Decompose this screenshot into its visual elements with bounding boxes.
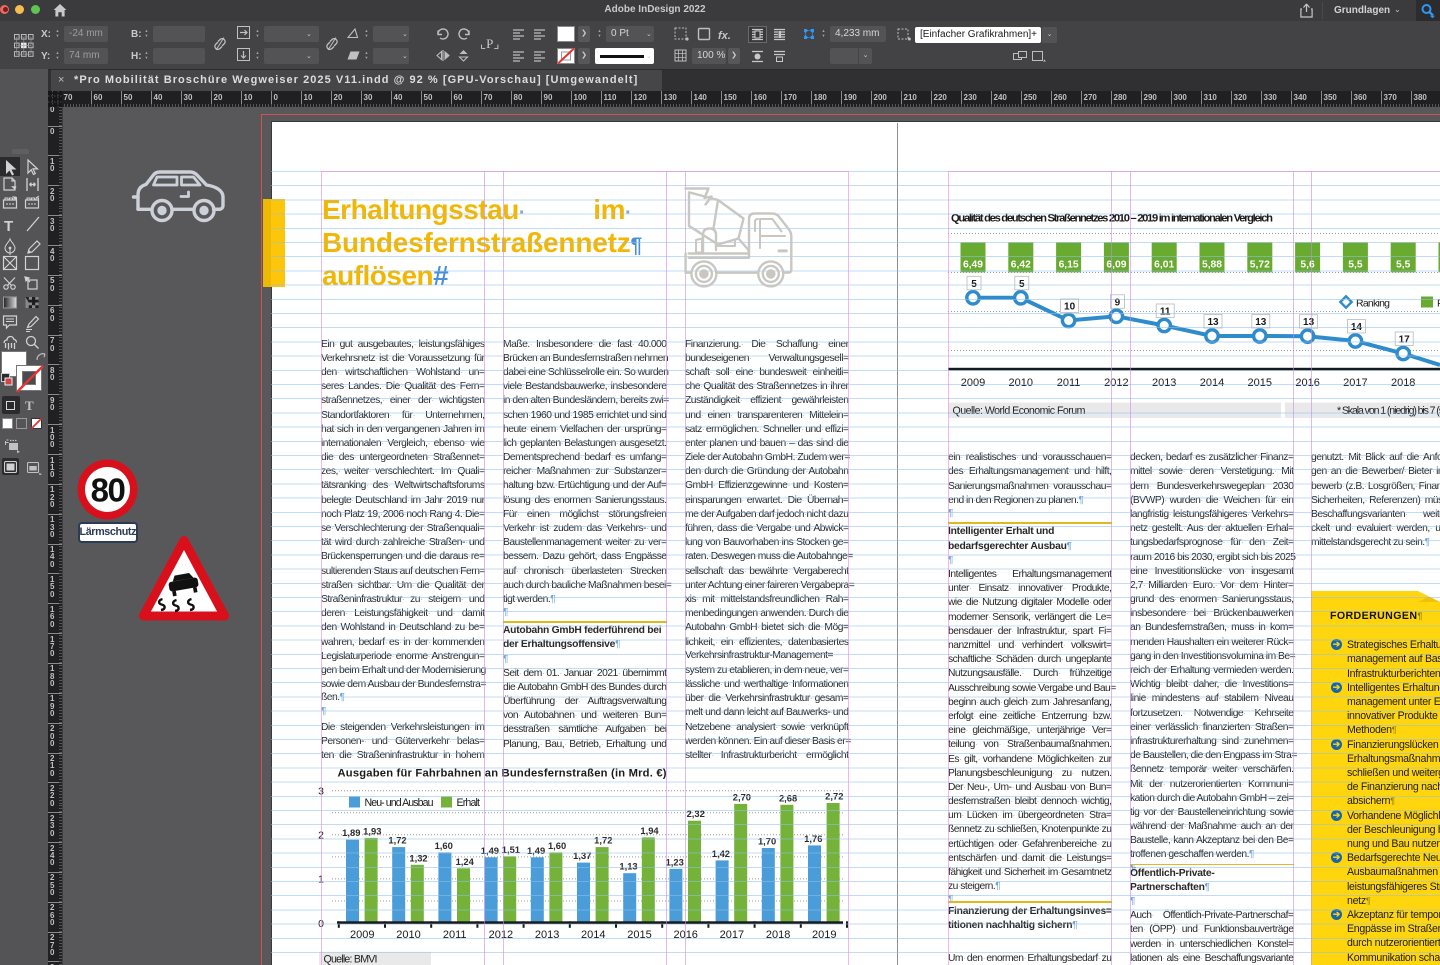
svg-text:2,72: 2,72	[825, 791, 843, 802]
svg-text:1,60: 1,60	[435, 840, 453, 851]
svg-text:1,23: 1,23	[666, 856, 684, 867]
svg-text:2018: 2018	[766, 929, 790, 941]
svg-text:17: 17	[1399, 335, 1411, 346]
svg-text:5,72: 5,72	[1250, 260, 1270, 271]
svg-text:2012: 2012	[489, 929, 513, 941]
svg-text:1,13: 1,13	[619, 861, 637, 872]
svg-text:6,09: 6,09	[1106, 260, 1126, 271]
svg-text:Ranking: Ranking	[1356, 298, 1390, 310]
svg-text:2017: 2017	[720, 929, 744, 941]
svg-text:1,60: 1,60	[548, 840, 566, 851]
svg-text:1,76: 1,76	[804, 833, 822, 844]
svg-text:1,93: 1,93	[363, 825, 381, 836]
svg-text:2010: 2010	[1009, 377, 1033, 389]
svg-text:2019: 2019	[812, 929, 836, 941]
svg-text:1,94: 1,94	[640, 825, 659, 836]
svg-text:2,70: 2,70	[733, 791, 751, 802]
svg-text:Quelle: BMVI: Quelle: BMVI	[324, 953, 378, 965]
svg-text:10: 10	[1064, 302, 1076, 313]
svg-text:Erhalt: Erhalt	[457, 797, 481, 809]
svg-text:1,42: 1,42	[712, 848, 730, 859]
svg-text:6,49: 6,49	[963, 260, 983, 271]
svg-text:6,15: 6,15	[1059, 260, 1079, 271]
svg-text:5: 5	[971, 279, 977, 290]
svg-text:1,70: 1,70	[758, 836, 776, 847]
svg-text:2011: 2011	[1057, 377, 1081, 389]
svg-text:Neu- und Ausbau: Neu- und Ausbau	[365, 797, 434, 809]
svg-text:13: 13	[1303, 317, 1315, 328]
svg-text:1,51: 1,51	[502, 844, 520, 855]
svg-text:13: 13	[1255, 317, 1267, 328]
svg-text:2015: 2015	[627, 929, 651, 941]
svg-text:2014: 2014	[581, 929, 605, 941]
svg-text:1,72: 1,72	[388, 835, 406, 846]
svg-text:1,72: 1,72	[594, 835, 612, 846]
svg-text:2017: 2017	[1343, 377, 1367, 389]
svg-text:2013: 2013	[535, 929, 559, 941]
svg-text:2015: 2015	[1248, 377, 1272, 389]
svg-text:5,6: 5,6	[1300, 260, 1315, 271]
svg-text:1,32: 1,32	[409, 852, 427, 863]
svg-text:2010: 2010	[396, 929, 420, 941]
svg-text:5: 5	[1019, 279, 1025, 290]
svg-text:1,49: 1,49	[527, 845, 545, 856]
svg-text:80: 80	[91, 472, 125, 509]
svg-text:Quelle: World Economic Forum: Quelle: World Economic Forum	[953, 405, 1086, 417]
svg-text:Qualität des deutschen Straßen: Qualität des deutschen Straßennetzes 201…	[951, 213, 1273, 225]
svg-text:6,01: 6,01	[1154, 260, 1174, 271]
svg-text:9: 9	[1115, 297, 1121, 308]
svg-text:1,24: 1,24	[456, 856, 475, 867]
svg-text:2018: 2018	[1391, 377, 1415, 389]
svg-text:1,89: 1,89	[342, 827, 360, 838]
svg-text:2014: 2014	[1200, 377, 1224, 389]
svg-text:2012: 2012	[1104, 377, 1128, 389]
svg-text:2009: 2009	[961, 377, 985, 389]
svg-text:2,68: 2,68	[779, 792, 797, 803]
svg-text:5,5: 5,5	[1396, 260, 1411, 271]
svg-text:5,88: 5,88	[1202, 260, 1222, 271]
svg-text:2011: 2011	[443, 929, 467, 941]
svg-text:T: T	[4, 218, 13, 235]
svg-text:2016: 2016	[1295, 377, 1319, 389]
svg-text:13: 13	[1207, 317, 1219, 328]
svg-text:2,32: 2,32	[687, 808, 705, 819]
svg-text:2013: 2013	[1152, 377, 1176, 389]
svg-text:* Skala von 1 (niedrig) bis 7: * Skala von 1 (niedrig) bis 7 (s	[1337, 405, 1440, 417]
svg-text:6,42: 6,42	[1011, 260, 1031, 271]
svg-text:1,37: 1,37	[573, 850, 591, 861]
svg-text:5,5: 5,5	[1348, 260, 1363, 271]
svg-text:11: 11	[1160, 307, 1171, 318]
svg-text:2009: 2009	[350, 929, 374, 941]
svg-text:14: 14	[1351, 322, 1363, 333]
